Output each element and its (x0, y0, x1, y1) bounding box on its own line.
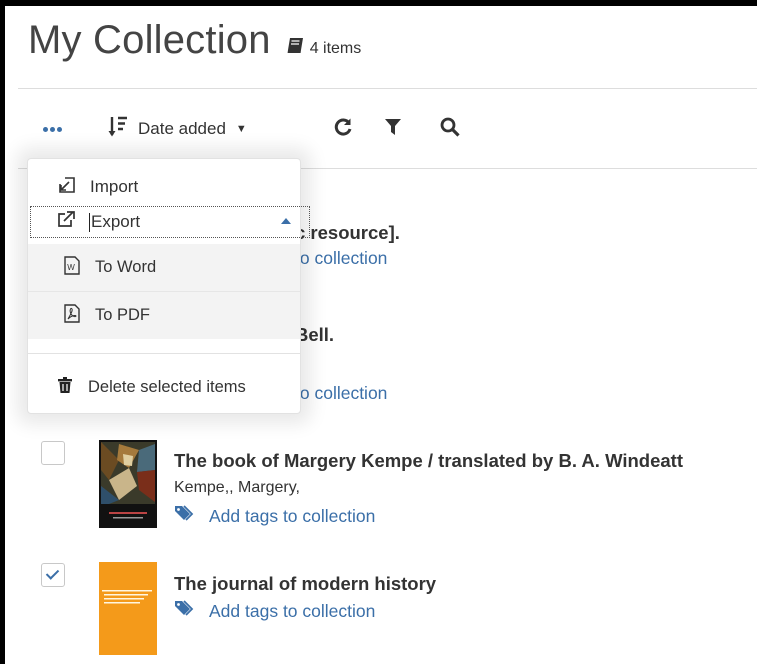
ellipsis-icon (43, 126, 48, 132)
menu-item-import[interactable]: Import (28, 173, 300, 201)
search-icon (440, 117, 460, 142)
add-tags-label: Add tags to collection (209, 505, 376, 526)
book-icon (287, 38, 304, 58)
menu-item-to-pdf[interactable]: To PDF (28, 292, 300, 339)
sort-descending-icon (108, 116, 128, 143)
menu-divider (28, 353, 300, 354)
tags-icon (175, 505, 195, 527)
ellipsis-icon-dot (50, 126, 55, 132)
item-title[interactable]: The book of Margery Kempe / translated b… (174, 450, 683, 472)
tags-icon (175, 600, 195, 622)
add-tags-link[interactable]: to collection (295, 383, 387, 404)
export-label: Export (91, 212, 141, 231)
filter-icon (385, 118, 401, 141)
add-tags-link[interactable]: Add tags to collection (175, 600, 375, 622)
filter-button[interactable] (385, 111, 401, 147)
item-checkbox[interactable] (41, 441, 65, 465)
collection-page: My Collection 4 items Date added ▼ c res… (5, 6, 757, 664)
to-word-label: To Word (95, 258, 157, 276)
search-button[interactable] (440, 111, 460, 147)
add-tags-label: Add tags to collection (209, 600, 376, 621)
text-cursor (89, 213, 90, 232)
pdf-file-icon (61, 303, 83, 328)
refresh-icon (333, 117, 353, 142)
item-checkbox[interactable] (41, 563, 65, 587)
ellipsis-icon-dot (57, 126, 62, 132)
refresh-button[interactable] (333, 111, 353, 147)
journal-cover-image (99, 562, 157, 655)
sort-dropdown[interactable]: Date added ▼ (108, 111, 247, 147)
menu-item-to-word[interactable]: W To Word (28, 244, 300, 292)
list-item: The book of Margery Kempe / translated b… (5, 434, 757, 534)
actions-menu: Import Export W To Word To PDF Delete se… (27, 158, 310, 414)
delete-label: Delete selected items (88, 377, 246, 396)
header-divider (18, 88, 757, 89)
item-title[interactable]: c resource]. (295, 222, 400, 244)
item-title[interactable]: The journal of modern history (174, 573, 436, 595)
add-tags-link[interactable]: Add tags to collection (175, 505, 375, 527)
page-title: My Collection (28, 18, 271, 62)
more-actions-button[interactable] (43, 111, 64, 147)
book-cover-image (99, 440, 157, 528)
chevron-up-icon (281, 218, 291, 224)
svg-text:W: W (67, 263, 75, 272)
word-file-icon: W (61, 255, 83, 280)
import-icon (56, 176, 78, 199)
menu-item-delete-selected[interactable]: Delete selected items (28, 373, 300, 401)
trash-icon (56, 376, 74, 398)
sort-label: Date added (138, 119, 226, 138)
items-count: 4 items (309, 40, 362, 57)
toolbar: Date added ▼ (5, 111, 757, 147)
page-header: My Collection 4 items (28, 18, 361, 63)
menu-item-export[interactable]: Export (30, 206, 310, 238)
to-pdf-label: To PDF (95, 306, 151, 324)
chevron-down-icon: ▼ (235, 123, 247, 135)
import-label: Import (90, 177, 139, 196)
external-link-icon (57, 211, 79, 233)
list-item: The journal of modern history Add tags t… (5, 554, 757, 664)
item-author: Kempe,, Margery, (174, 479, 300, 496)
add-tags-link[interactable]: to collection (295, 248, 387, 269)
